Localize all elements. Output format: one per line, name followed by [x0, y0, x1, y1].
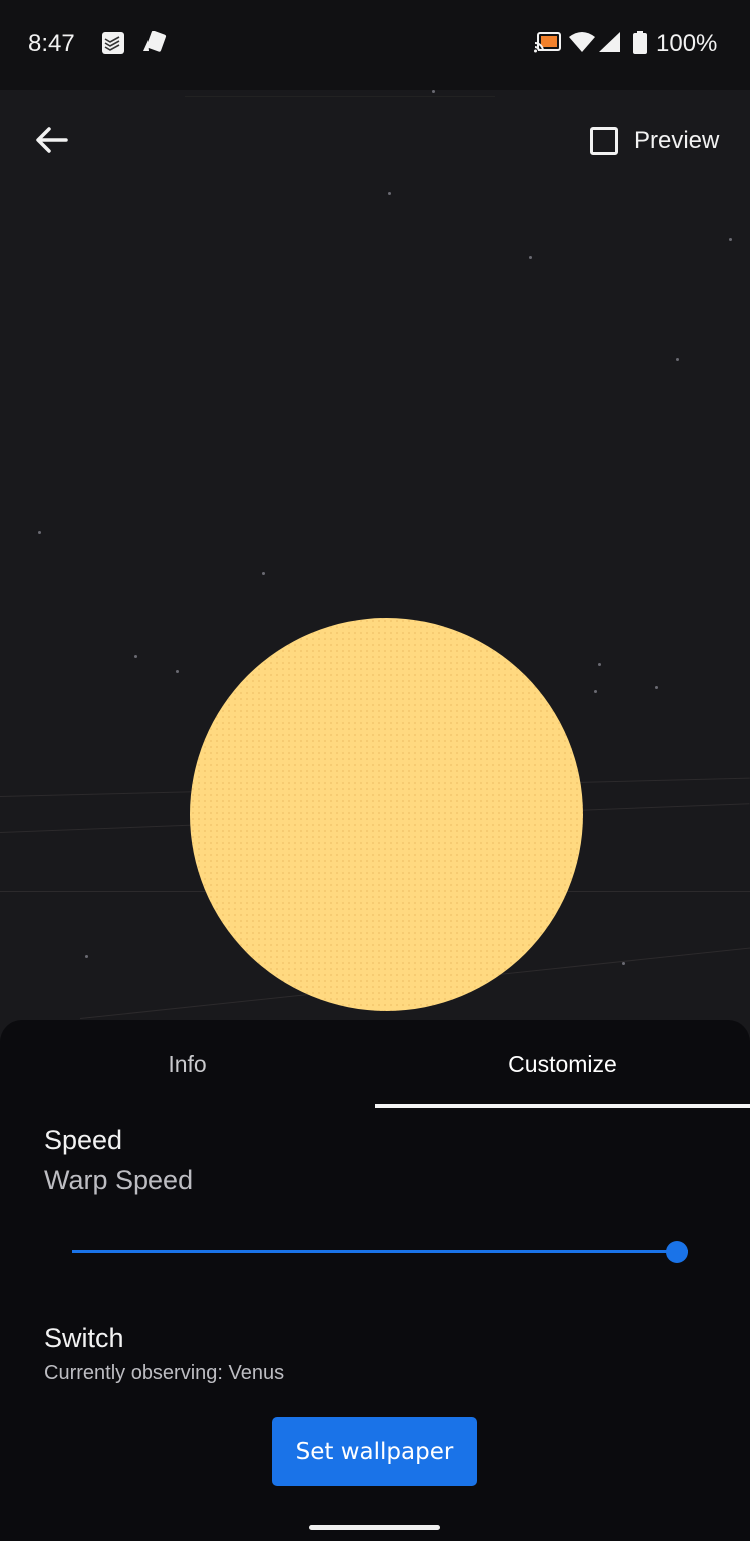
planet-venus [190, 618, 583, 1011]
preview-label: Preview [634, 127, 720, 154]
switch-title[interactable]: Switch [44, 1323, 124, 1354]
star [432, 90, 435, 93]
star [622, 962, 625, 965]
battery-icon [632, 31, 648, 60]
star [388, 192, 391, 195]
slider-thumb[interactable] [666, 1241, 688, 1263]
divider [185, 96, 495, 97]
bottom-sheet: Info Customize Speed Warp Speed Switch C… [0, 1020, 750, 1541]
set-wallpaper-button[interactable]: Set wallpaper [272, 1417, 477, 1486]
star [134, 655, 137, 658]
star [676, 358, 679, 361]
checkbox-icon[interactable] [590, 127, 618, 155]
signal-icon [598, 31, 622, 58]
cards-icon [140, 30, 168, 60]
star [176, 670, 179, 673]
star [729, 238, 732, 241]
gesture-nav-bar[interactable] [309, 1525, 440, 1530]
speed-slider[interactable] [72, 1240, 688, 1264]
tab-customize[interactable]: Customize [375, 1020, 750, 1108]
star [598, 663, 601, 666]
preview-checkbox[interactable]: Preview [590, 122, 719, 160]
battery-percent: 100% [656, 30, 718, 57]
back-button[interactable] [30, 118, 74, 162]
star [85, 955, 88, 958]
cast-icon [534, 31, 562, 58]
star [655, 686, 658, 689]
star [529, 256, 532, 259]
tab-indicator [375, 1104, 750, 1108]
slider-fill [72, 1250, 677, 1253]
switch-subtitle: Currently observing: Venus [44, 1362, 285, 1384]
speed-value: Warp Speed [44, 1165, 194, 1195]
star [38, 531, 41, 534]
status-bar: 8:47 100% [0, 0, 750, 90]
clock: 8:47 [28, 30, 75, 57]
speed-title: Speed [44, 1125, 123, 1155]
todoist-icon [101, 31, 125, 60]
tab-info[interactable]: Info [0, 1020, 375, 1108]
star [594, 690, 597, 693]
arrow-left-icon [36, 127, 68, 153]
star [262, 572, 265, 575]
wifi-icon [568, 31, 596, 58]
